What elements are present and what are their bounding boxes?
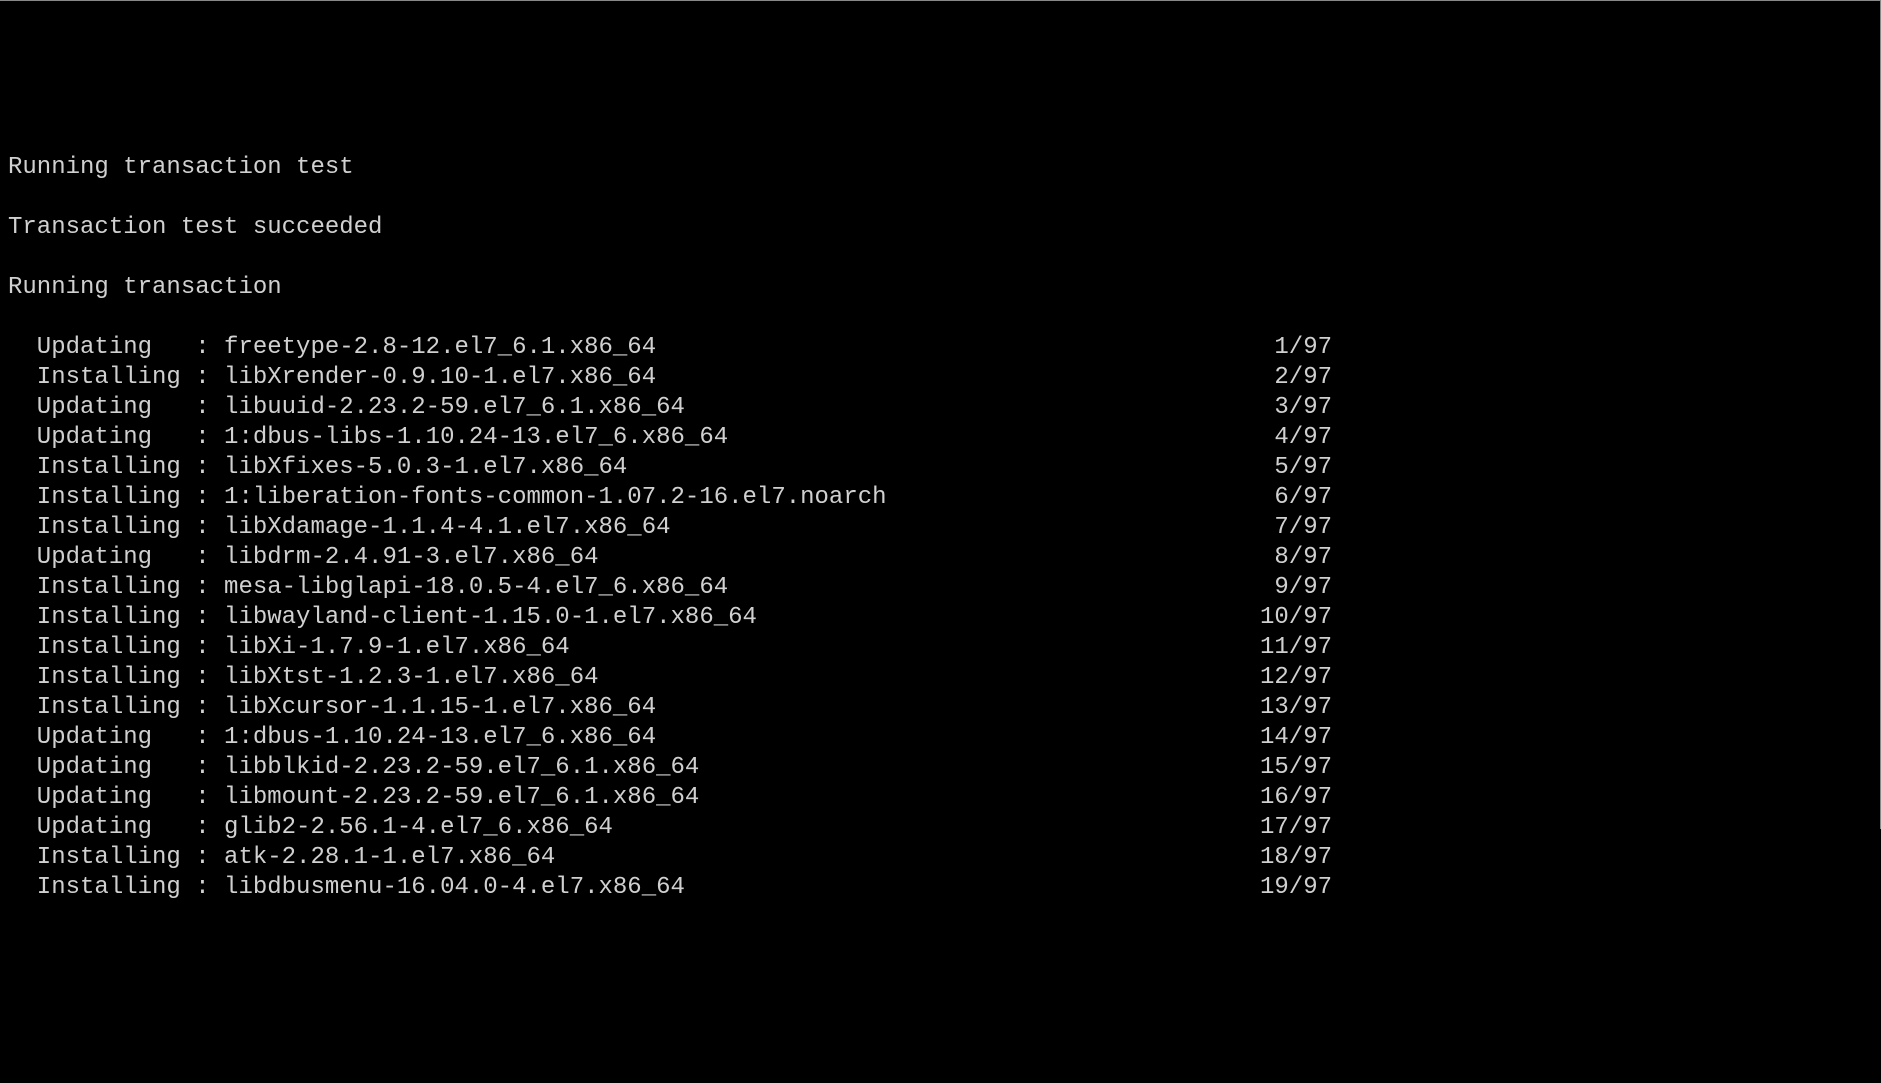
package-row: Updating : libblkid-2.23.2-59.el7_6.1.x8… xyxy=(8,753,1872,783)
package-row: Updating : libmount-2.23.2-59.el7_6.1.x8… xyxy=(8,783,1872,813)
package-counter: 4/97 xyxy=(1260,423,1332,453)
package-counter: 10/97 xyxy=(1260,603,1332,633)
package-row: Installing : atk-2.28.1-1.el7.x86_64 18/9… xyxy=(8,843,1872,873)
header-line-1: Running transaction test xyxy=(8,153,1872,183)
package-action-name: Installing : mesa-libglapi-18.0.5-4.el7_… xyxy=(8,573,728,603)
package-action-name: Updating : 1:dbus-1.10.24-13.el7_6.x86_6… xyxy=(8,723,656,753)
package-counter: 14/97 xyxy=(1260,723,1332,753)
header-line-3: Running transaction xyxy=(8,273,1872,303)
package-counter: 19/97 xyxy=(1260,873,1332,903)
package-row: Updating : 1:dbus-libs-1.10.24-13.el7_6.… xyxy=(8,423,1872,453)
package-row: Installing : libdbusmenu-16.04.0-4.el7.x… xyxy=(8,873,1872,903)
package-counter: 3/97 xyxy=(1260,393,1332,423)
package-row: Installing : libXi-1.7.9-1.el7.x86_64 11/… xyxy=(8,633,1872,663)
package-row: Installing : libXfixes-5.0.3-1.el7.x86_6… xyxy=(8,453,1872,483)
package-row: Updating : freetype-2.8-12.el7_6.1.x86_6… xyxy=(8,333,1872,363)
package-action-name: Installing : libXcursor-1.1.15-1.el7.x86… xyxy=(8,693,656,723)
package-action-name: Installing : libXdamage-1.1.4-4.1.el7.x8… xyxy=(8,513,671,543)
package-row: Installing : libXdamage-1.1.4-4.1.el7.x8… xyxy=(8,513,1872,543)
package-row: Updating : glib2-2.56.1-4.el7_6.x86_64 17… xyxy=(8,813,1872,843)
package-action-name: Installing : libXrender-0.9.10-1.el7.x86… xyxy=(8,363,656,393)
package-row: Installing : libwayland-client-1.15.0-1.… xyxy=(8,603,1872,633)
package-counter: 8/97 xyxy=(1260,543,1332,573)
terminal-output: Running transaction test Transaction tes… xyxy=(8,123,1872,933)
package-counter: 6/97 xyxy=(1260,483,1332,513)
package-row: Updating : libuuid-2.23.2-59.el7_6.1.x86… xyxy=(8,393,1872,423)
package-list: Updating : freetype-2.8-12.el7_6.1.x86_6… xyxy=(8,333,1872,903)
header-line-2: Transaction test succeeded xyxy=(8,213,1872,243)
package-counter: 17/97 xyxy=(1260,813,1332,843)
package-action-name: Updating : freetype-2.8-12.el7_6.1.x86_6… xyxy=(8,333,656,363)
package-counter: 18/97 xyxy=(1260,843,1332,873)
package-row: Installing : 1:liberation-fonts-common-1… xyxy=(8,483,1872,513)
package-action-name: Updating : 1:dbus-libs-1.10.24-13.el7_6.… xyxy=(8,423,728,453)
package-action-name: Installing : atk-2.28.1-1.el7.x86_64 xyxy=(8,843,555,873)
package-row: Installing : libXrender-0.9.10-1.el7.x86… xyxy=(8,363,1872,393)
package-counter: 12/97 xyxy=(1260,663,1332,693)
package-counter: 5/97 xyxy=(1260,453,1332,483)
package-action-name: Updating : glib2-2.56.1-4.el7_6.x86_64 xyxy=(8,813,613,843)
package-action-name: Installing : libXi-1.7.9-1.el7.x86_64 xyxy=(8,633,570,663)
package-counter: 13/97 xyxy=(1260,693,1332,723)
package-row: Installing : libXtst-1.2.3-1.el7.x86_64 1… xyxy=(8,663,1872,693)
package-row: Updating : libdrm-2.4.91-3.el7.x86_64 8/… xyxy=(8,543,1872,573)
package-action-name: Updating : libdrm-2.4.91-3.el7.x86_64 xyxy=(8,543,599,573)
package-action-name: Updating : libuuid-2.23.2-59.el7_6.1.x86… xyxy=(8,393,685,423)
package-row: Updating : 1:dbus-1.10.24-13.el7_6.x86_6… xyxy=(8,723,1872,753)
package-action-name: Installing : 1:liberation-fonts-common-1… xyxy=(8,483,887,513)
package-action-name: Installing : libdbusmenu-16.04.0-4.el7.x… xyxy=(8,873,685,903)
package-action-name: Installing : libXfixes-5.0.3-1.el7.x86_6… xyxy=(8,453,627,483)
package-action-name: Updating : libmount-2.23.2-59.el7_6.1.x8… xyxy=(8,783,699,813)
package-counter: 15/97 xyxy=(1260,753,1332,783)
package-action-name: Installing : libXtst-1.2.3-1.el7.x86_64 xyxy=(8,663,599,693)
package-counter: 1/97 xyxy=(1260,333,1332,363)
package-row: Installing : mesa-libglapi-18.0.5-4.el7_… xyxy=(8,573,1872,603)
package-counter: 9/97 xyxy=(1260,573,1332,603)
package-counter: 11/97 xyxy=(1260,633,1332,663)
package-row: Installing : libXcursor-1.1.15-1.el7.x86… xyxy=(8,693,1872,723)
package-counter: 16/97 xyxy=(1260,783,1332,813)
package-action-name: Installing : libwayland-client-1.15.0-1.… xyxy=(8,603,757,633)
package-action-name: Updating : libblkid-2.23.2-59.el7_6.1.x8… xyxy=(8,753,699,783)
package-counter: 7/97 xyxy=(1260,513,1332,543)
package-counter: 2/97 xyxy=(1260,363,1332,393)
